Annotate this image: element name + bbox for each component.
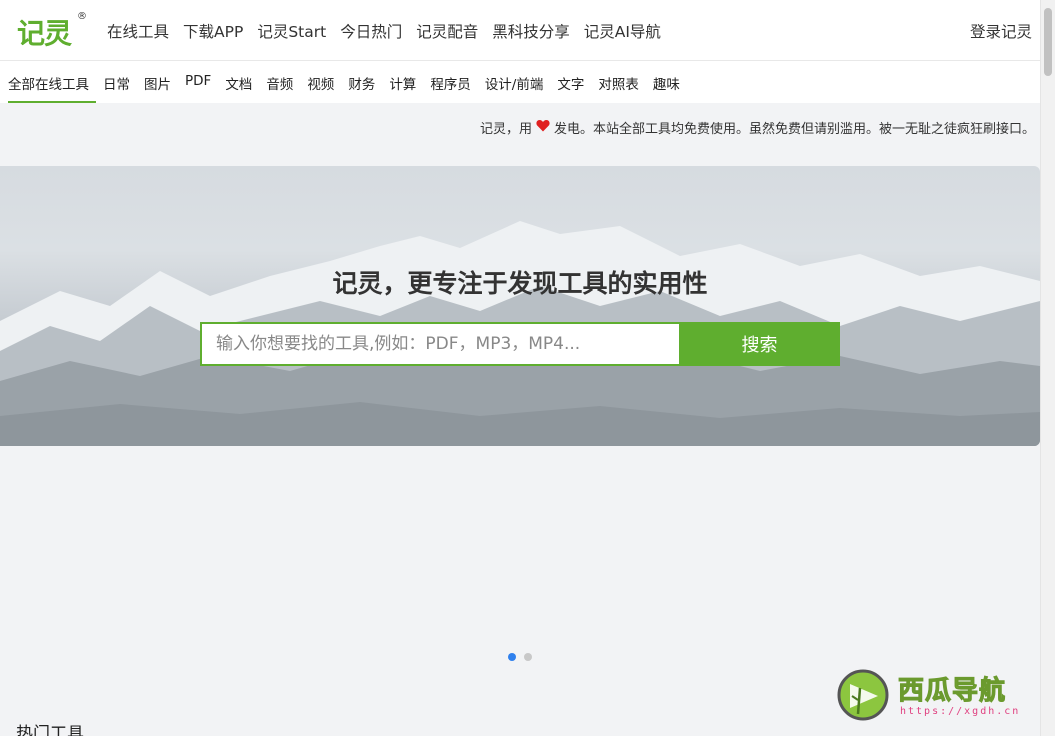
site-notice: 记灵，用 发电。本站全部工具均免费使用。虽然免费但请别滥用。被一无耻之徒疯狂刷接… <box>480 118 1035 137</box>
vertical-scrollbar[interactable] <box>1040 0 1055 736</box>
category-tab-all[interactable]: 全部在线工具 <box>8 61 96 103</box>
watermelon-logo-icon <box>837 669 889 721</box>
category-tab-calculate[interactable]: 计算 <box>382 61 423 103</box>
carousel-dot-1[interactable] <box>508 653 516 661</box>
category-tab-reference[interactable]: 对照表 <box>591 61 646 103</box>
watermark: 西瓜导航 https://xgdh.cn <box>836 666 1040 726</box>
brand-logo[interactable]: 记灵 <box>17 12 72 52</box>
top-nav: 在线工具 下载APP 记灵Start 今日热门 记灵配音 黑科技分享 记灵AI导… <box>107 20 661 42</box>
category-tab-pdf[interactable]: PDF <box>178 61 218 103</box>
heart-icon <box>536 119 550 136</box>
nav-ai-navigation[interactable]: 记灵AI导航 <box>584 20 661 42</box>
category-tab-daily[interactable]: 日常 <box>96 61 137 103</box>
watermark-name: 西瓜导航 <box>897 676 1007 707</box>
category-bar: 全部在线工具 日常 图片 PDF 文档 音频 视频 财务 计算 程序员 设计/前… <box>0 61 1040 103</box>
scrollbar-thumb[interactable] <box>1044 8 1052 76</box>
category-tab-fun[interactable]: 趣味 <box>646 61 687 103</box>
carousel-dot-2[interactable] <box>524 653 532 661</box>
category-tab-programmer[interactable]: 程序员 <box>423 61 478 103</box>
category-tab-audio[interactable]: 音频 <box>259 61 300 103</box>
nav-online-tools[interactable]: 在线工具 <box>107 20 169 42</box>
registered-mark: ® <box>77 11 87 22</box>
notice-text-before: 记灵，用 <box>479 122 532 137</box>
top-header: 记灵 ® 在线工具 下载APP 记灵Start 今日热门 记灵配音 黑科技分享 … <box>0 0 1040 61</box>
category-tab-design[interactable]: 设计/前端 <box>478 61 551 103</box>
hero-banner: 记灵，更专注于发现工具的实用性 搜索 <box>0 166 1040 446</box>
search-box <box>200 322 680 366</box>
category-tab-video[interactable]: 视频 <box>300 61 341 103</box>
nav-today-hot[interactable]: 今日热门 <box>340 20 402 42</box>
watermark-url: https://xgdh.cn <box>900 706 1021 717</box>
search-button[interactable]: 搜索 <box>679 322 840 366</box>
hero-title: 记灵，更专注于发现工具的实用性 <box>332 269 708 298</box>
search-input[interactable] <box>202 324 680 364</box>
nav-start[interactable]: 记灵Start <box>257 20 326 42</box>
nav-tech-share[interactable]: 黑科技分享 <box>492 20 570 42</box>
notice-text-after: 发电。本站全部工具均免费使用。虽然免费但请别滥用。被一无耻之徒疯狂刷接口。 <box>553 122 1035 137</box>
category-tab-document[interactable]: 文档 <box>218 61 259 103</box>
category-tab-finance[interactable]: 财务 <box>341 61 382 103</box>
category-tab-image[interactable]: 图片 <box>137 61 178 103</box>
hot-tools-heading: 热门工具 <box>16 724 84 736</box>
mountain-background <box>0 221 1040 446</box>
nav-voiceover[interactable]: 记灵配音 <box>416 20 478 42</box>
carousel-dots <box>508 653 532 661</box>
nav-download-app[interactable]: 下载APP <box>183 20 243 42</box>
category-tab-text[interactable]: 文字 <box>550 61 591 103</box>
login-link[interactable]: 登录记灵 <box>970 20 1032 42</box>
